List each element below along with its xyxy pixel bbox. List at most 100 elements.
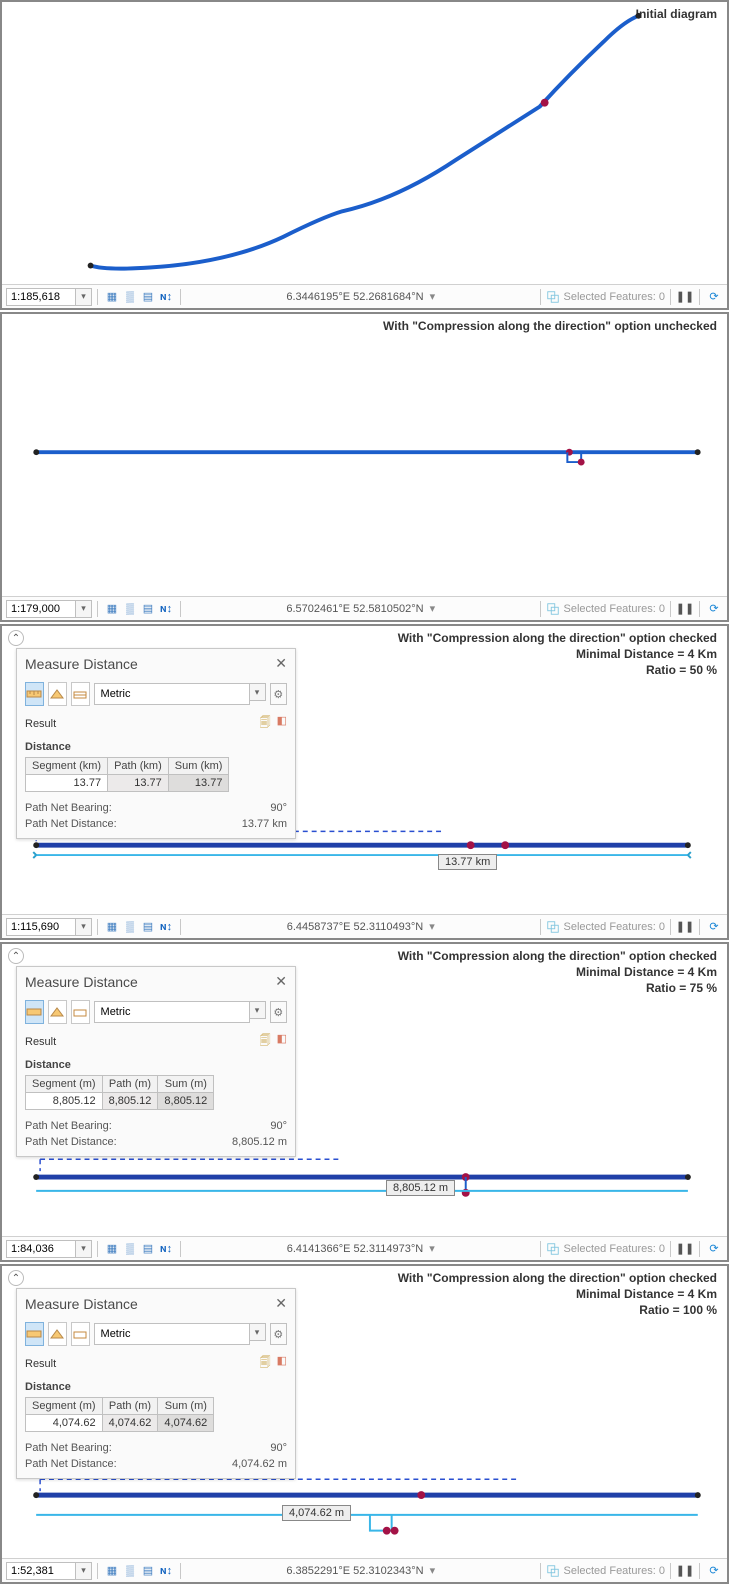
coordinates: 6.4141366°E 52.3114973°N▾ xyxy=(186,1242,535,1255)
close-icon[interactable]: ✕ xyxy=(275,1295,287,1312)
scale-input[interactable] xyxy=(6,1562,76,1580)
netdist-value: 4,074.62 m xyxy=(232,1458,287,1470)
copy-icon[interactable]: 🗐 xyxy=(260,714,271,733)
eraser-icon[interactable]: ◧ xyxy=(277,1354,287,1373)
measure-feature-btn[interactable] xyxy=(71,682,90,706)
toolbar-icon-4[interactable]: ɴ↕ xyxy=(157,918,175,936)
unit-dd[interactable] xyxy=(250,1001,266,1019)
scale-input[interactable] xyxy=(6,1240,76,1258)
bearing-label: Path Net Bearing: xyxy=(25,1442,112,1454)
measure-area-btn[interactable] xyxy=(48,1322,67,1346)
unit-select[interactable] xyxy=(94,1001,250,1023)
toolbar-icon-2[interactable]: ▒ xyxy=(121,1240,139,1258)
refresh-icon[interactable]: ⟳ xyxy=(705,918,723,936)
scale-input[interactable] xyxy=(6,288,76,306)
measure-feature-btn[interactable] xyxy=(71,1322,90,1346)
selected-features[interactable]: Selected Features: 0 xyxy=(546,920,665,934)
toolbar-icon-2[interactable]: ▒ xyxy=(121,600,139,618)
toolbar-icon-3[interactable]: ▤ xyxy=(139,918,157,936)
map-canvas[interactable] xyxy=(2,314,727,620)
pause-icon[interactable]: ❚❚ xyxy=(676,918,694,936)
result-label: Result xyxy=(25,1036,56,1048)
selected-features[interactable]: Selected Features: 0 xyxy=(546,1564,665,1578)
pause-icon[interactable]: ❚❚ xyxy=(676,1240,694,1258)
scale-dropdown[interactable] xyxy=(76,600,92,618)
close-icon[interactable]: ✕ xyxy=(275,973,287,990)
gear-icon[interactable]: ⚙ xyxy=(270,683,287,705)
scale-dropdown[interactable] xyxy=(76,288,92,306)
toolbar-icon-3[interactable]: ▤ xyxy=(139,288,157,306)
copy-icon[interactable]: 🗐 xyxy=(260,1354,271,1373)
measure-table: Segment (km)Path (km)Sum (km) 13.7713.77… xyxy=(25,757,229,792)
toolbar-icon-2[interactable]: ▒ xyxy=(121,1562,139,1580)
netdist-value: 13.77 km xyxy=(242,818,287,830)
pause-icon[interactable]: ❚❚ xyxy=(676,288,694,306)
toolbar-icon-1[interactable]: ▦ xyxy=(103,918,121,936)
pause-icon[interactable]: ❚❚ xyxy=(676,1562,694,1580)
measure-area-btn[interactable] xyxy=(48,1000,67,1024)
toolbar-icon-2[interactable]: ▒ xyxy=(121,918,139,936)
toolbar-icon-1[interactable]: ▦ xyxy=(103,288,121,306)
unit-dd[interactable] xyxy=(250,1323,266,1341)
scale-input[interactable] xyxy=(6,918,76,936)
measure-distance-btn[interactable] xyxy=(25,1000,44,1024)
measure-distance-btn[interactable] xyxy=(25,682,44,706)
refresh-icon[interactable]: ⟳ xyxy=(705,600,723,618)
refresh-icon[interactable]: ⟳ xyxy=(705,288,723,306)
coordinates: 6.5702461°E 52.5810502°N▾ xyxy=(186,602,535,615)
coordinates: 6.4458737°E 52.3110493°N▾ xyxy=(186,920,535,933)
toolbar-icon-1[interactable]: ▦ xyxy=(103,1562,121,1580)
map-canvas[interactable] xyxy=(2,2,727,308)
toolbar-icon-2[interactable]: ▒ xyxy=(121,288,139,306)
toolbar-icon-4[interactable]: ɴ↕ xyxy=(157,288,175,306)
coordinates: 6.3852291°E 52.3102343°N▾ xyxy=(186,1564,535,1577)
scale-dropdown[interactable] xyxy=(76,1240,92,1258)
measure-tag: 13.77 km xyxy=(438,854,497,870)
bearing-value: 90° xyxy=(270,1442,287,1454)
toolbar-icon-1[interactable]: ▦ xyxy=(103,600,121,618)
unit-select[interactable] xyxy=(94,683,250,705)
result-label: Result xyxy=(25,1358,56,1370)
close-icon[interactable]: ✕ xyxy=(275,655,287,672)
distance-label: Distance xyxy=(25,1059,287,1071)
selected-features[interactable]: Selected Features: 0 xyxy=(546,602,665,616)
toolbar-icon-4[interactable]: ɴ↕ xyxy=(157,1240,175,1258)
measure-table: Segment (m)Path (m)Sum (m) 4,074.624,074… xyxy=(25,1397,214,1432)
toolbar-icon-3[interactable]: ▤ xyxy=(139,600,157,618)
gear-icon[interactable]: ⚙ xyxy=(270,1001,287,1023)
measure-area-btn[interactable] xyxy=(48,682,67,706)
scale-dropdown[interactable] xyxy=(76,918,92,936)
pause-icon[interactable]: ❚❚ xyxy=(676,600,694,618)
measure-distance-btn[interactable] xyxy=(25,1322,44,1346)
result-label: Result xyxy=(25,718,56,730)
measure-feature-btn[interactable] xyxy=(71,1000,90,1024)
bearing-label: Path Net Bearing: xyxy=(25,1120,112,1132)
eraser-icon[interactable]: ◧ xyxy=(277,714,287,733)
bearing-label: Path Net Bearing: xyxy=(25,802,112,814)
measure-tag: 8,805.12 m xyxy=(386,1180,455,1196)
measure-title: Measure Distance xyxy=(25,656,138,672)
status-bar: ▦ ▒ ▤ ɴ↕ 6.4458737°E 52.3110493°N▾ Selec… xyxy=(2,914,727,938)
measure-title: Measure Distance xyxy=(25,974,138,990)
map-panel-3: ⌃ With "Compression along the direction"… xyxy=(0,624,729,940)
map-panel-5: ⌃ With "Compression along the direction"… xyxy=(0,1264,729,1584)
toolbar-icon-3[interactable]: ▤ xyxy=(139,1562,157,1580)
scale-dropdown[interactable] xyxy=(76,1562,92,1580)
measure-title: Measure Distance xyxy=(25,1296,138,1312)
scale-input[interactable] xyxy=(6,600,76,618)
coordinates: 6.3446195°E 52.2681684°N▾ xyxy=(186,290,535,303)
unit-select[interactable] xyxy=(94,1323,250,1345)
copy-icon[interactable]: 🗐 xyxy=(260,1032,271,1051)
eraser-icon[interactable]: ◧ xyxy=(277,1032,287,1051)
gear-icon[interactable]: ⚙ xyxy=(270,1323,287,1345)
toolbar-icon-1[interactable]: ▦ xyxy=(103,1240,121,1258)
toolbar-icon-3[interactable]: ▤ xyxy=(139,1240,157,1258)
map-panel-2: With "Compression along the direction" o… xyxy=(0,312,729,622)
toolbar-icon-4[interactable]: ɴ↕ xyxy=(157,1562,175,1580)
refresh-icon[interactable]: ⟳ xyxy=(705,1240,723,1258)
unit-dd[interactable] xyxy=(250,683,266,701)
refresh-icon[interactable]: ⟳ xyxy=(705,1562,723,1580)
toolbar-icon-4[interactable]: ɴ↕ xyxy=(157,600,175,618)
selected-features[interactable]: Selected Features: 0 xyxy=(546,1242,665,1256)
selected-features[interactable]: Selected Features: 0 xyxy=(546,290,665,304)
